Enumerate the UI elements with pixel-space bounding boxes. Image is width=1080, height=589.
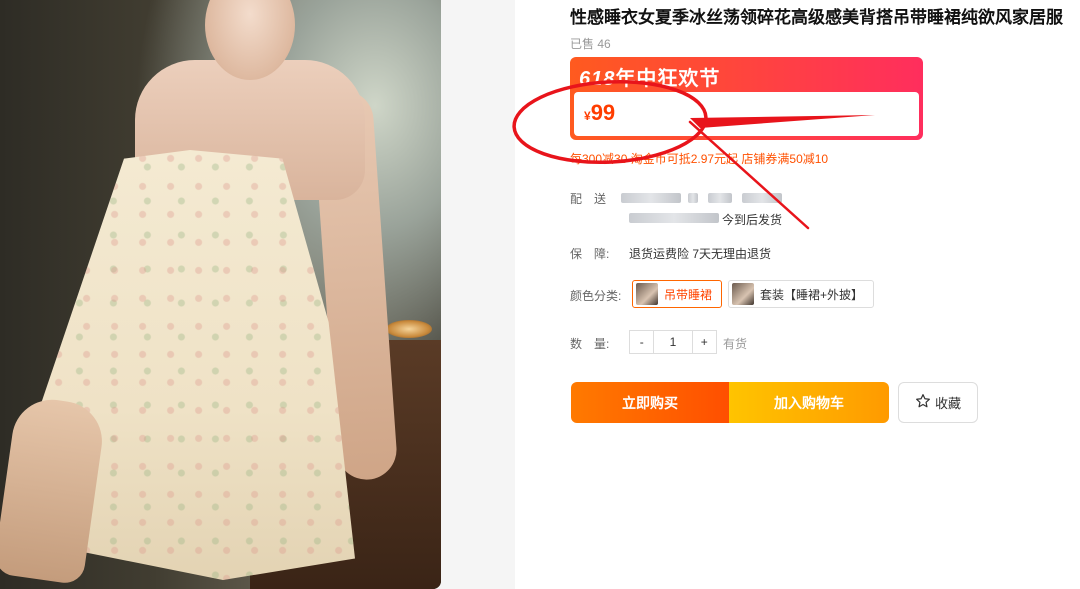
coupon-info[interactable]: 每300减30 淘金币可抵2.97元起 店铺券满50减10 (570, 150, 828, 167)
color-option-thumb (636, 283, 658, 305)
price-currency: ¥ (584, 109, 591, 123)
quantity-label: 数 量: (570, 337, 610, 351)
promo-banner: 618年中狂欢节 ¥99 (570, 57, 923, 140)
color-option-slip-dress[interactable]: 吊带睡裙 (632, 280, 722, 308)
quantity-minus-button[interactable]: - (630, 331, 653, 353)
star-outline-icon (915, 393, 931, 412)
product-title: 性感睡衣女夏季冰丝荡领碎花高级感美背搭吊带睡裙纯欲风家居服 (570, 8, 1063, 27)
buy-now-button[interactable]: 立即购买 (571, 382, 729, 423)
sold-count: 已售 46 (570, 37, 611, 51)
delivery-blurred-time (629, 213, 719, 223)
delivery-blurred-origin (621, 193, 681, 203)
stock-status: 有货 (723, 337, 748, 351)
favorite-button[interactable]: 收藏 (898, 382, 978, 423)
color-option-thumb (732, 283, 754, 305)
purchase-buttons: 立即购买 加入购物车 (571, 382, 889, 423)
quantity-input[interactable]: 1 (653, 331, 693, 353)
quantity-plus-button[interactable]: + (693, 331, 716, 353)
color-label: 颜色分类: (570, 289, 622, 303)
favorite-label: 收藏 (934, 396, 961, 411)
promo-year: 618 (579, 68, 616, 90)
product-main-image[interactable] (0, 0, 441, 589)
delivery-label: 配 送 (570, 192, 607, 206)
price-value: 99 (590, 100, 616, 125)
add-to-cart-button[interactable]: 加入购物车 (729, 382, 889, 423)
price-box: ¥99 (574, 92, 919, 136)
delivery-blurred-dest (708, 193, 732, 203)
image-legs (0, 394, 108, 586)
delivery-note: 今到后发货 (722, 213, 783, 227)
delivery-blurred-sep (688, 193, 698, 203)
promo-name: 年中狂欢节 (615, 68, 721, 90)
promo-title: 618年中狂欢节 (579, 62, 720, 91)
price: ¥99 (584, 100, 615, 126)
delivery-blurred-fee (742, 193, 782, 203)
guarantee-value: 退货运费险 7天无理由退货 (629, 247, 772, 261)
image-candle (386, 320, 432, 338)
quantity-stepper: - 1 + (629, 330, 717, 354)
color-option-label: 吊带睡裙 (664, 287, 713, 302)
guarantee-label: 保 障: (570, 247, 610, 261)
color-option-set[interactable]: 套装【睡裙+外披】 (728, 280, 874, 308)
color-option-label: 套装【睡裙+外披】 (760, 287, 864, 302)
